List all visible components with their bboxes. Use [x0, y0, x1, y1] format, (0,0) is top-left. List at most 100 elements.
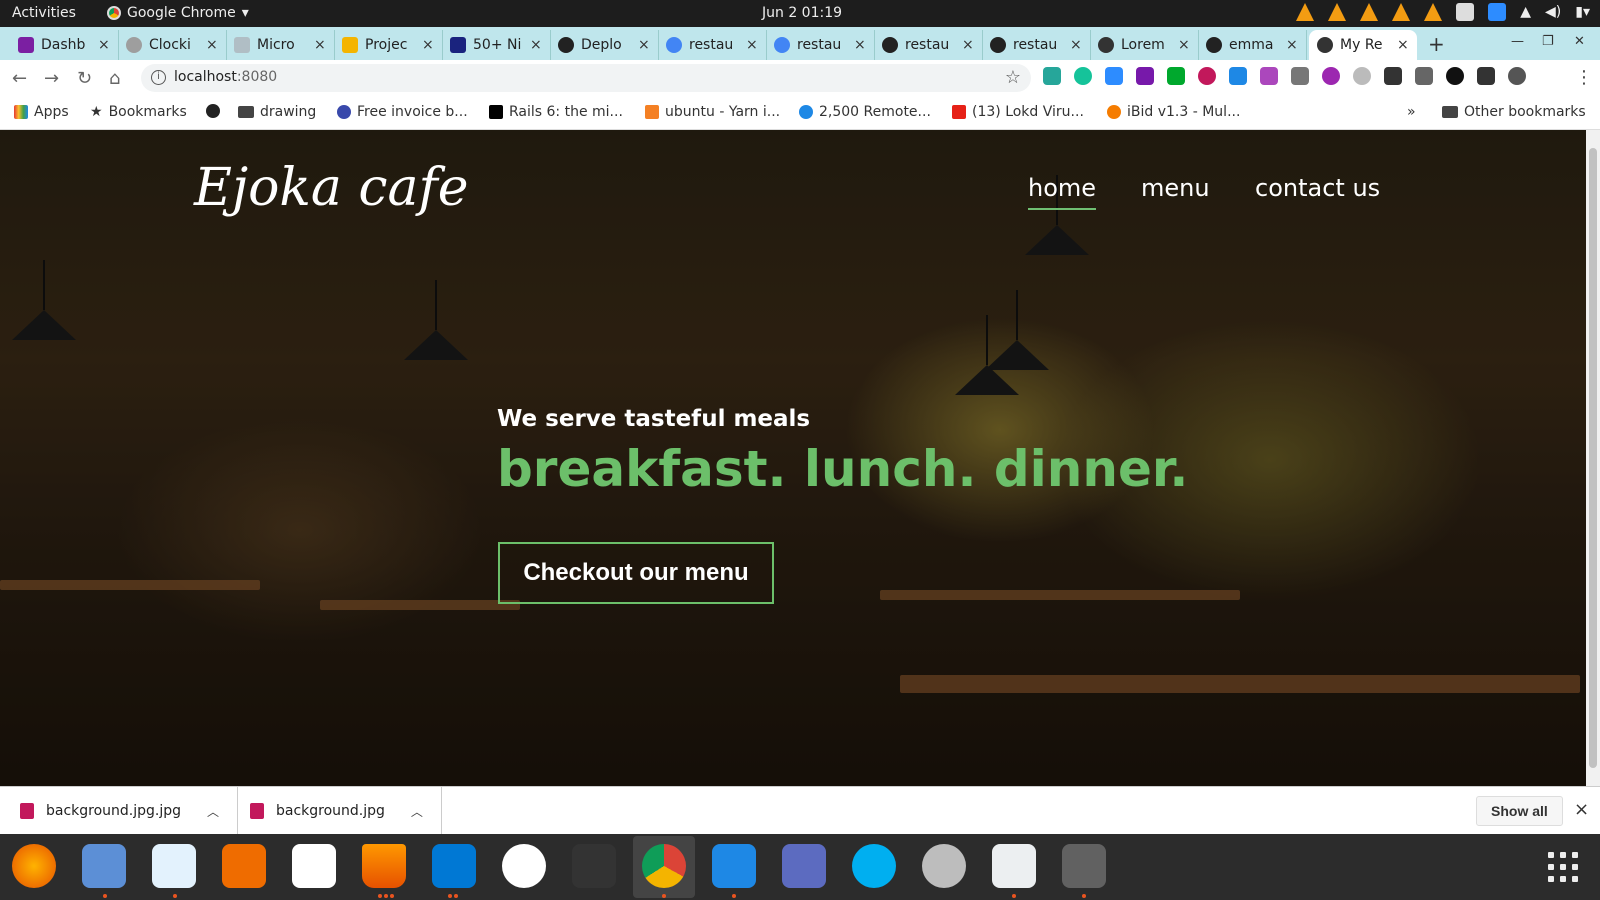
show-applications-icon[interactable] — [1548, 852, 1578, 882]
chevron-up-icon[interactable]: ︿ — [207, 803, 219, 820]
nav-home[interactable]: home — [1028, 174, 1097, 210]
bookmark-rails[interactable]: Rails 6: the mi... — [489, 104, 623, 120]
zoom-tray-icon[interactable] — [1488, 3, 1507, 21]
minimize-icon[interactable]: — — [1511, 34, 1524, 49]
profile-avatar[interactable] — [1508, 67, 1526, 85]
screenshot-icon[interactable] — [782, 844, 826, 888]
volume-icon[interactable]: ◀) — [1545, 4, 1561, 20]
text-editor-icon[interactable] — [152, 844, 196, 888]
show-all-button[interactable]: Show all — [1476, 796, 1563, 826]
close-tab-icon[interactable]: × — [1070, 37, 1082, 53]
bug-icon[interactable] — [1291, 67, 1309, 85]
more-menu-icon[interactable]: ⋮ — [1575, 67, 1593, 88]
chrome-icon[interactable] — [642, 844, 686, 888]
extension-icon[interactable] — [1229, 67, 1247, 85]
close-tab-icon[interactable]: × — [638, 37, 650, 53]
url-text[interactable]: localhost:8080 — [174, 69, 277, 85]
tab[interactable]: Projec × — [334, 30, 443, 60]
terminal-icon[interactable] — [572, 844, 616, 888]
site-info-icon[interactable]: i — [151, 70, 166, 85]
slack-icon[interactable] — [502, 844, 546, 888]
close-window-icon[interactable]: ✕ — [1574, 34, 1585, 49]
home-icon[interactable]: ⌂ — [109, 68, 120, 89]
evernote-icon[interactable] — [1167, 67, 1185, 85]
close-icon[interactable]: × — [1574, 799, 1589, 820]
close-tab-icon[interactable]: × — [314, 37, 326, 53]
scroll-thumb[interactable] — [1589, 148, 1597, 768]
app-icon[interactable] — [922, 844, 966, 888]
close-tab-icon[interactable]: × — [962, 37, 974, 53]
extension-icon[interactable] — [1384, 67, 1402, 85]
amazon-icon[interactable] — [292, 844, 336, 888]
puzzle-icon[interactable] — [1415, 67, 1433, 85]
download-item[interactable]: background.jpg ︿ — [230, 787, 442, 835]
search-tool-icon[interactable] — [992, 844, 1036, 888]
bookmark-youtube[interactable]: (13) Lokd Viru... — [952, 104, 1084, 120]
extension-icon[interactable] — [1477, 67, 1495, 85]
vlc-tray-icon[interactable] — [1296, 3, 1315, 21]
close-tab-icon[interactable]: × — [98, 37, 110, 53]
vscode-icon[interactable] — [432, 844, 476, 888]
close-tab-icon[interactable]: × — [206, 37, 218, 53]
close-tab-icon[interactable]: × — [1178, 37, 1190, 53]
bookmark-drawing[interactable]: drawing — [238, 104, 316, 120]
slack-tray-icon[interactable] — [1456, 3, 1475, 21]
checkout-menu-button[interactable]: Checkout our menu — [498, 542, 774, 604]
tab[interactable]: Deplo × — [550, 30, 659, 60]
tab[interactable]: restau × — [874, 30, 983, 60]
back-icon[interactable]: ← — [12, 68, 27, 89]
pen-icon[interactable] — [1260, 67, 1278, 85]
page-scrollbar[interactable] — [1586, 130, 1600, 786]
gedit-icon[interactable] — [712, 844, 756, 888]
tab[interactable]: Lorem × — [1090, 30, 1199, 60]
extension-icon[interactable] — [1353, 67, 1371, 85]
bookmark-invoice[interactable]: Free invoice b... — [337, 104, 468, 120]
bookmark-yarn[interactable]: ubuntu - Yarn i... — [645, 104, 780, 120]
files-icon[interactable] — [82, 844, 126, 888]
close-tab-icon[interactable]: × — [530, 37, 542, 53]
grammarly-icon[interactable] — [1074, 67, 1092, 85]
bookmark-apps[interactable]: Apps — [14, 104, 69, 120]
extension-icon[interactable] — [1198, 67, 1216, 85]
activities-button[interactable]: Activities — [12, 5, 76, 21]
site-logo[interactable]: Ejoka cafe — [194, 158, 469, 218]
tab[interactable]: restau × — [766, 30, 875, 60]
battery-icon[interactable]: ▮▾ — [1575, 4, 1590, 20]
new-tab-button[interactable]: + — [1428, 32, 1445, 56]
tab[interactable]: 50+ Ni × — [442, 30, 551, 60]
forward-icon[interactable]: → — [44, 68, 59, 89]
close-tab-icon[interactable]: × — [422, 37, 434, 53]
close-tab-icon[interactable]: × — [854, 37, 866, 53]
close-tab-icon[interactable]: × — [746, 37, 758, 53]
vlc-tray-icon[interactable] — [1360, 3, 1379, 21]
bookmark-remote[interactable]: 2,500 Remote... — [799, 104, 931, 120]
restore-icon[interactable]: ❐ — [1542, 34, 1554, 49]
app-menu[interactable]: Google Chrome ▾ — [107, 5, 249, 21]
bookmark-other[interactable]: Other bookmarks — [1442, 104, 1586, 120]
app-icon[interactable] — [1062, 844, 1106, 888]
bookmarks-overflow[interactable]: » — [1407, 104, 1416, 120]
reload-icon[interactable]: ↻ — [77, 68, 92, 89]
tab[interactable]: restau × — [658, 30, 767, 60]
bookmark-bookmarks[interactable]: ★ Bookmarks — [90, 104, 187, 120]
wifi-icon[interactable]: ▲ — [1520, 4, 1531, 20]
tab[interactable]: Dashb × — [10, 30, 119, 60]
extension-icon[interactable] — [1446, 67, 1464, 85]
vlc-tray-icon[interactable] — [1328, 3, 1347, 21]
onenote-icon[interactable] — [1136, 67, 1154, 85]
skype-icon[interactable] — [852, 844, 896, 888]
clock[interactable]: Jun 2 01:19 — [762, 5, 842, 21]
nav-menu[interactable]: menu — [1141, 174, 1210, 202]
broadcast-icon[interactable] — [1322, 67, 1340, 85]
vlc-tray-icon[interactable] — [1392, 3, 1411, 21]
chevron-up-icon[interactable]: ︿ — [411, 803, 423, 820]
tab[interactable]: Clocki × — [118, 30, 227, 60]
address-bar[interactable]: i localhost:8080 ☆ — [141, 64, 1031, 92]
nav-contact[interactable]: contact us — [1255, 174, 1380, 202]
bookmark-ibid[interactable]: iBid v1.3 - Mul... — [1107, 104, 1240, 120]
zoom-extension-icon[interactable] — [1105, 67, 1123, 85]
vlc-tray-icon[interactable] — [1424, 3, 1443, 21]
download-item[interactable]: background.jpg.jpg ︿ — [0, 787, 239, 835]
software-icon[interactable] — [222, 844, 266, 888]
close-tab-icon[interactable]: × — [1286, 37, 1298, 53]
